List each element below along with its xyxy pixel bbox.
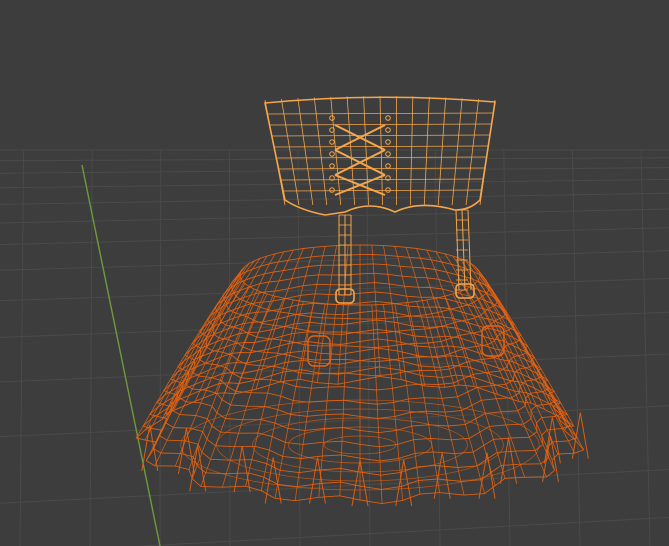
- y-axis-line: [81, 164, 161, 546]
- skirt-wireframe[interactable]: [135, 244, 589, 507]
- 3d-viewport[interactable]: [0, 0, 669, 546]
- wireframe-scene[interactable]: [0, 0, 669, 546]
- floor-grid: [0, 149, 669, 546]
